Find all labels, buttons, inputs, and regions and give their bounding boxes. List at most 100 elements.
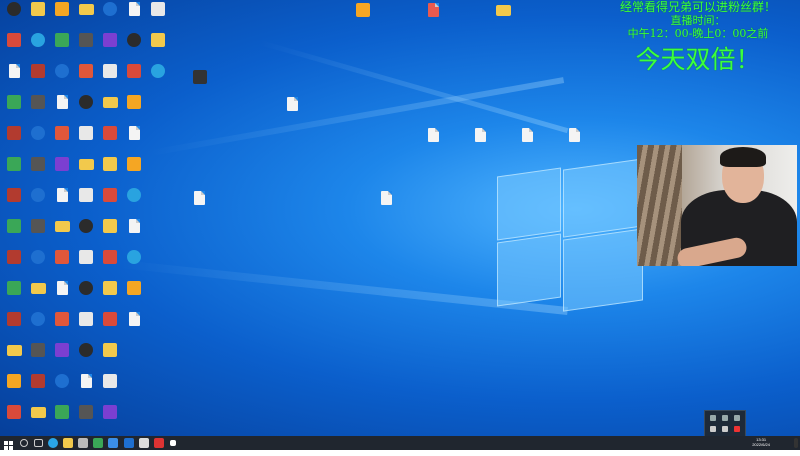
desktop-app-icon[interactable] xyxy=(98,2,122,17)
desktop-file-icon[interactable] xyxy=(515,128,539,143)
desktop-app-icon[interactable] xyxy=(2,157,26,172)
desktop-app-icon[interactable] xyxy=(74,188,98,203)
desktop-app-icon[interactable] xyxy=(74,126,98,141)
desktop-file-icon[interactable] xyxy=(562,128,586,143)
show-desktop-button[interactable] xyxy=(794,438,798,448)
desktop-app-icon[interactable] xyxy=(74,281,98,296)
taskbar-clock[interactable]: 13:31 2022/6/24 xyxy=(752,437,770,447)
desktop-app-icon[interactable] xyxy=(74,2,98,16)
desktop-app-icon[interactable] xyxy=(98,126,122,141)
desktop-app-icon[interactable] xyxy=(50,2,74,17)
desktop-app-icon[interactable] xyxy=(26,126,50,141)
desktop-app-icon[interactable] xyxy=(146,33,170,48)
desktop-app-icon[interactable] xyxy=(122,219,146,234)
edge-icon[interactable] xyxy=(48,438,58,448)
desktop-app-icon[interactable] xyxy=(98,157,122,172)
desktop-app-icon[interactable] xyxy=(122,312,146,327)
desktop-app-icon[interactable] xyxy=(74,405,98,420)
file-explorer-icon[interactable] xyxy=(63,438,73,448)
desktop-app-icon[interactable] xyxy=(50,126,74,141)
desktop-app-icon[interactable] xyxy=(74,250,98,265)
desktop-app-icon[interactable] xyxy=(74,157,98,171)
desktop-app-icon[interactable] xyxy=(26,405,50,419)
desktop-app-icon[interactable] xyxy=(26,33,50,48)
desktop-file-icon[interactable] xyxy=(421,3,445,18)
desktop-folder-icon[interactable] xyxy=(491,3,515,17)
desktop-app-icon[interactable] xyxy=(26,219,50,234)
desktop-app-icon[interactable] xyxy=(26,95,50,110)
desktop-app-icon[interactable] xyxy=(50,188,74,203)
desktop-file-icon[interactable] xyxy=(421,128,445,143)
desktop-app-icon[interactable] xyxy=(50,405,74,420)
desktop-app-icon[interactable] xyxy=(2,2,26,17)
taskbar-app-icon[interactable] xyxy=(139,438,149,448)
desktop-app-icon[interactable] xyxy=(122,188,146,203)
desktop-app-icon[interactable] xyxy=(74,374,98,389)
desktop-app-icon[interactable] xyxy=(2,250,26,265)
desktop-app-icon[interactable] xyxy=(98,219,122,234)
desktop-app-icon[interactable] xyxy=(50,33,74,48)
desktop-app-icon[interactable] xyxy=(122,95,146,110)
tray-overflow-popup[interactable] xyxy=(704,410,746,436)
desktop-app-icon[interactable] xyxy=(122,64,146,79)
taskbar-app-icon[interactable] xyxy=(154,438,164,448)
desktop-app-icon[interactable] xyxy=(50,64,74,79)
desktop-app-icon[interactable] xyxy=(74,312,98,327)
desktop-app-icon[interactable] xyxy=(26,2,50,17)
tray-popup-icon[interactable] xyxy=(734,415,740,421)
desktop-app-icon[interactable] xyxy=(98,64,122,79)
desktop-app-icon[interactable] xyxy=(2,126,26,141)
desktop-app-icon[interactable] xyxy=(122,2,146,17)
desktop-app-icon[interactable] xyxy=(2,281,26,296)
desktop-app-icon[interactable] xyxy=(2,33,26,48)
desktop-app-icon[interactable] xyxy=(26,64,50,79)
desktop-app-icon[interactable] xyxy=(98,374,122,389)
desktop-app-icon[interactable] xyxy=(122,33,146,48)
desktop-file-icon[interactable] xyxy=(187,191,211,206)
desktop-file-icon[interactable] xyxy=(374,191,398,206)
desktop-app-icon[interactable] xyxy=(146,64,170,79)
desktop-app-icon[interactable] xyxy=(50,157,74,172)
desktop-app-icon[interactable] xyxy=(50,219,74,233)
desktop-file-icon[interactable] xyxy=(468,128,492,143)
desktop-app-icon[interactable] xyxy=(98,405,122,420)
tray-popup-icon[interactable] xyxy=(722,415,728,421)
start-button[interactable] xyxy=(4,438,14,450)
desktop-app-icon[interactable] xyxy=(50,343,74,358)
tray-popup-icon[interactable] xyxy=(710,415,716,421)
taskbar-app-icon[interactable] xyxy=(78,438,88,448)
desktop-app-icon[interactable] xyxy=(122,250,146,265)
desktop-app-icon[interactable] xyxy=(50,312,74,327)
desktop-app-icon[interactable] xyxy=(2,219,26,234)
desktop-app-icon[interactable] xyxy=(98,343,122,358)
tray-popup-icon[interactable] xyxy=(710,426,716,432)
desktop-app-icon[interactable] xyxy=(2,343,26,357)
desktop-app-icon[interactable] xyxy=(50,250,74,265)
task-view-icon[interactable] xyxy=(34,439,43,447)
desktop-app-icon[interactable] xyxy=(2,405,26,420)
desktop-app-icon[interactable] xyxy=(26,312,50,327)
desktop-app-icon[interactable] xyxy=(26,250,50,265)
desktop-app-icon[interactable] xyxy=(98,188,122,203)
desktop-app-icon[interactable] xyxy=(2,312,26,327)
desktop-app-icon[interactable] xyxy=(26,281,50,295)
desktop-app-icon[interactable] xyxy=(74,343,98,358)
desktop-app-icon[interactable] xyxy=(26,188,50,203)
desktop-app-icon[interactable] xyxy=(122,281,146,296)
desktop-app-icon[interactable] xyxy=(74,219,98,234)
desktop-app-icon[interactable] xyxy=(2,188,26,203)
desktop-app-icon[interactable] xyxy=(146,2,170,17)
taskbar-app-icon[interactable] xyxy=(170,440,176,446)
taskbar-app-icon[interactable] xyxy=(108,438,118,448)
desktop-app-icon[interactable] xyxy=(98,95,122,109)
desktop-app-icon[interactable] xyxy=(74,64,98,79)
desktop-app-icon[interactable] xyxy=(74,33,98,48)
desktop-app-icon[interactable] xyxy=(98,281,122,296)
desktop-app-icon[interactable] xyxy=(98,312,122,327)
desktop-app-icon[interactable] xyxy=(122,126,146,141)
desktop-app-icon[interactable] xyxy=(26,157,50,172)
desktop-app-icon[interactable] xyxy=(98,33,122,48)
tray-popup-icon[interactable] xyxy=(722,426,728,432)
desktop-app-icon[interactable] xyxy=(98,250,122,265)
desktop-app-icon[interactable] xyxy=(2,64,26,79)
